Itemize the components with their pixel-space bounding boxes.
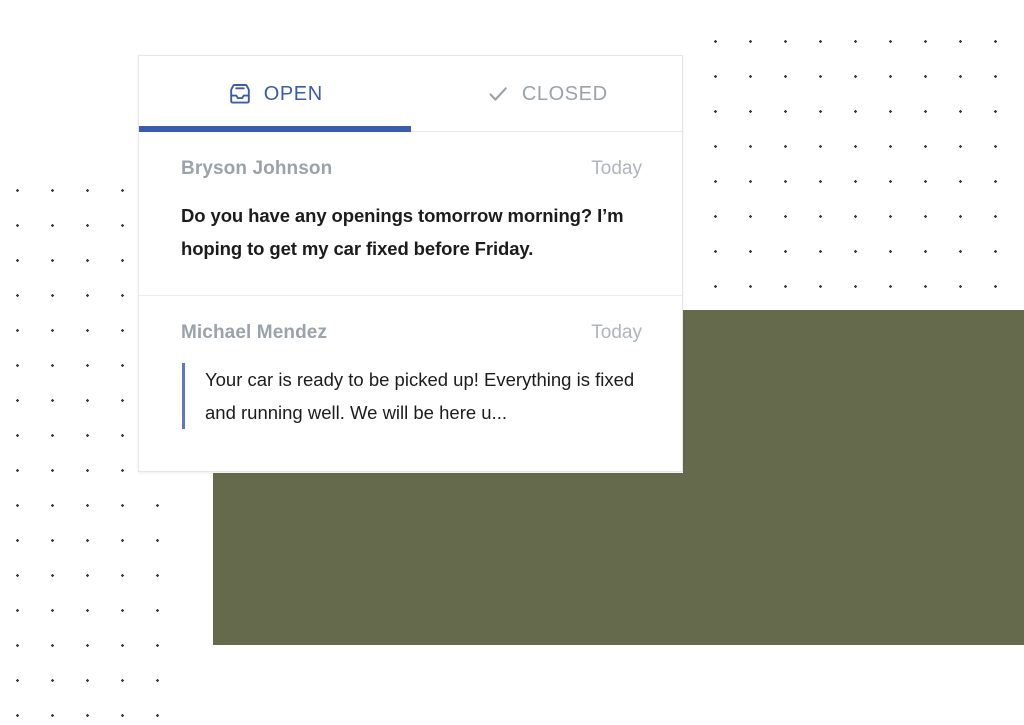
check-icon (485, 81, 511, 107)
tab-open[interactable]: OPEN (139, 56, 411, 132)
message-row[interactable]: Bryson Johnson Today Do you have any ope… (139, 132, 682, 295)
message-sender: Michael Mendez (181, 322, 328, 343)
tab-open-label: OPEN (263, 83, 323, 105)
olive-block-lower (213, 473, 1024, 645)
tab-closed-label: CLOSED (521, 83, 608, 105)
message-timestamp: Today (591, 322, 642, 343)
tab-closed[interactable]: CLOSED (411, 56, 683, 132)
message-list: Bryson Johnson Today Do you have any ope… (139, 132, 682, 459)
message-sender: Bryson Johnson (181, 158, 333, 179)
message-preview: Do you have any openings tomorrow mornin… (181, 205, 624, 259)
message-header: Michael Mendez Today (181, 322, 642, 344)
message-row[interactable]: Michael Mendez Today Your car is ready t… (139, 295, 682, 459)
tab-active-indicator (139, 126, 411, 132)
dot-grid-top-right (698, 24, 1024, 309)
olive-block-upper (683, 310, 1024, 473)
message-preview: Your car is ready to be picked up! Every… (182, 363, 642, 429)
message-header: Bryson Johnson Today (181, 158, 642, 180)
inbox-icon (227, 81, 253, 107)
message-timestamp: Today (591, 158, 642, 179)
tab-bar: OPEN CLOSED (139, 56, 682, 132)
inbox-card: OPEN CLOSED Bryson Johnson Today Do you … (138, 55, 683, 472)
